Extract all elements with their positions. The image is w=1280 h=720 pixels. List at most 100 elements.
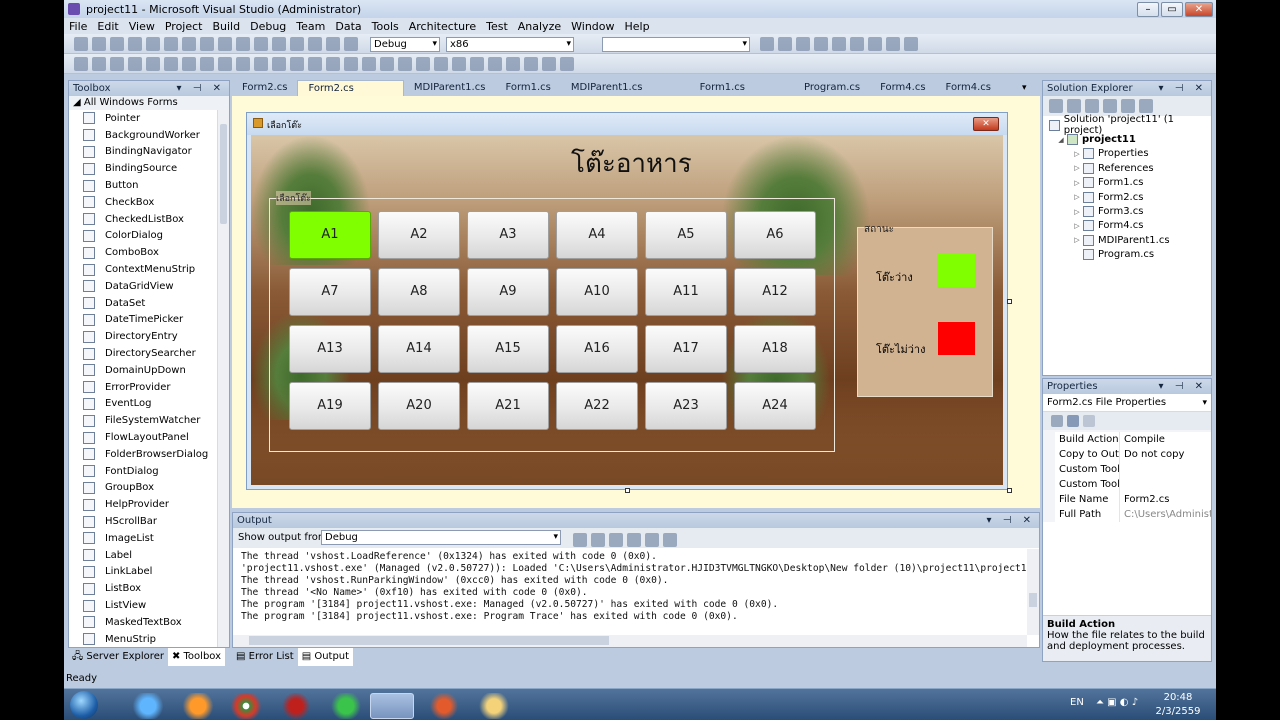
property-row[interactable]: Full Path C:\Users\Administra xyxy=(1055,507,1211,522)
chrome-icon[interactable] xyxy=(224,693,268,719)
layout-button-icon[interactable] xyxy=(254,57,268,71)
table-button-a4[interactable]: A4 xyxy=(556,211,638,259)
toolbox-item[interactable]: FontDialog xyxy=(69,463,229,480)
layout-button-icon[interactable] xyxy=(164,57,178,71)
toolbar-button-icon[interactable] xyxy=(128,37,142,51)
resize-handle-corner[interactable] xyxy=(1007,488,1012,493)
firefox-icon[interactable] xyxy=(176,693,220,719)
expand-arrow-icon[interactable]: ▷ xyxy=(1071,222,1083,230)
property-pages-icon[interactable] xyxy=(1083,415,1095,427)
layout-button-icon[interactable] xyxy=(272,57,286,71)
solution-item[interactable]: Program.cs xyxy=(1049,248,1211,262)
menu-file[interactable]: File xyxy=(64,20,92,33)
layout-button-icon[interactable] xyxy=(182,57,196,71)
solution-item[interactable]: ▷ Form4.cs xyxy=(1049,219,1211,233)
solution-toolbar-icon[interactable] xyxy=(1067,99,1081,113)
table-button-a1[interactable]: A1 xyxy=(289,211,371,259)
output-toolbar-icon[interactable] xyxy=(591,533,605,547)
minimize-button[interactable]: – xyxy=(1137,2,1159,17)
menu-architecture[interactable]: Architecture xyxy=(404,20,481,33)
layout-button-icon[interactable] xyxy=(398,57,412,71)
layout-button-icon[interactable] xyxy=(326,57,340,71)
solution-toolbar-icon[interactable] xyxy=(1085,99,1099,113)
toolbox-item[interactable]: DateTimePicker xyxy=(69,312,229,329)
toolbar-button-icon[interactable] xyxy=(110,37,124,51)
scroll-thumb[interactable] xyxy=(220,124,227,224)
toolbar-button-icon[interactable] xyxy=(886,37,900,51)
toolbox-item[interactable]: CheckBox xyxy=(69,194,229,211)
solution-item[interactable]: ▷ MDIParent1.cs xyxy=(1049,233,1211,247)
menu-project[interactable]: Project xyxy=(160,20,208,33)
toolbar-button-icon[interactable] xyxy=(904,37,918,51)
menu-window[interactable]: Window xyxy=(566,20,619,33)
panel-controls[interactable]: ▾ ⊣ ✕ xyxy=(1159,379,1207,394)
line-icon[interactable] xyxy=(324,693,368,719)
internet-explorer-icon[interactable] xyxy=(126,693,170,719)
table-button-a14[interactable]: A14 xyxy=(378,325,460,373)
platform-combo[interactable]: x86 xyxy=(446,37,574,52)
toolbox-item[interactable]: ContextMenuStrip xyxy=(69,261,229,278)
toolbar-button-icon[interactable] xyxy=(760,37,774,51)
scroll-thumb[interactable] xyxy=(249,636,609,645)
solution-toolbar-icon[interactable] xyxy=(1139,99,1153,113)
doc-tab[interactable]: Form1.cs [Design] xyxy=(690,80,794,109)
expand-arrow-icon[interactable]: ▷ xyxy=(1071,236,1083,244)
app-icon[interactable] xyxy=(274,693,318,719)
property-value[interactable]: Form2.cs xyxy=(1119,492,1211,507)
table-button-a7[interactable]: A7 xyxy=(289,268,371,316)
toolbox-item[interactable]: MenuStrip xyxy=(69,631,229,648)
maximize-button[interactable]: ▭ xyxy=(1161,2,1183,17)
menu-analyze[interactable]: Analyze xyxy=(513,20,566,33)
solution-item[interactable]: ▷ Properties xyxy=(1049,147,1211,161)
toolbox-item[interactable]: ColorDialog xyxy=(69,228,229,245)
tab-output[interactable]: ▤ Output xyxy=(297,648,354,666)
table-button-a5[interactable]: A5 xyxy=(645,211,727,259)
output-vscroll[interactable] xyxy=(1027,549,1039,635)
table-button-a2[interactable]: A2 xyxy=(378,211,460,259)
toolbox-item[interactable]: Button xyxy=(69,177,229,194)
scroll-thumb[interactable] xyxy=(1029,593,1037,607)
table-button-a23[interactable]: A23 xyxy=(645,382,727,430)
table-button-a3[interactable]: A3 xyxy=(467,211,549,259)
layout-button-icon[interactable] xyxy=(128,57,142,71)
categorized-icon[interactable] xyxy=(1051,415,1063,427)
toolbar-button-icon[interactable] xyxy=(814,37,828,51)
layout-button-icon[interactable] xyxy=(488,57,502,71)
form-close-button[interactable]: ✕ xyxy=(973,117,999,131)
toolbox-scrollbar[interactable] xyxy=(217,110,229,647)
toolbox-item[interactable]: HelpProvider xyxy=(69,496,229,513)
start-button[interactable] xyxy=(70,691,98,719)
layout-button-icon[interactable] xyxy=(74,57,88,71)
property-row[interactable]: Build Action Compile xyxy=(1055,432,1211,447)
tab-list-dropdown[interactable]: ▾ xyxy=(1022,80,1027,96)
menu-view[interactable]: View xyxy=(124,20,160,33)
property-value[interactable]: Do not copy xyxy=(1119,447,1211,462)
toolbar-button-icon[interactable] xyxy=(308,37,322,51)
menu-build[interactable]: Build xyxy=(207,20,245,33)
table-button-a18[interactable]: A18 xyxy=(734,325,816,373)
expand-arrow-icon[interactable]: ▷ xyxy=(1071,193,1083,201)
toolbox-item[interactable]: DataGridView xyxy=(69,278,229,295)
table-button-a19[interactable]: A19 xyxy=(289,382,371,430)
layout-button-icon[interactable] xyxy=(380,57,394,71)
toolbar-button-icon[interactable] xyxy=(344,37,358,51)
output-toolbar-icon[interactable] xyxy=(609,533,623,547)
properties-object-selector[interactable]: Form2.cs File Properties ▾ xyxy=(1043,394,1211,412)
solution-item[interactable]: ▷ References xyxy=(1049,161,1211,175)
panel-controls[interactable]: ▾ ⊣ ✕ xyxy=(987,513,1035,528)
doc-tab[interactable]: MDIParent1.cs [Design] xyxy=(561,80,690,109)
alphabetical-icon[interactable] xyxy=(1067,415,1079,427)
toolbox-item[interactable]: DataSet xyxy=(69,295,229,312)
table-button-a21[interactable]: A21 xyxy=(467,382,549,430)
toolbox-item[interactable]: FileSystemWatcher xyxy=(69,412,229,429)
toolbar-button-icon[interactable] xyxy=(236,37,250,51)
toolbox-item[interactable]: FlowLayoutPanel xyxy=(69,429,229,446)
folder-icon[interactable] xyxy=(472,693,516,719)
layout-button-icon[interactable] xyxy=(452,57,466,71)
expand-arrow-icon[interactable]: ▷ xyxy=(1071,208,1083,216)
toolbox-item[interactable]: BindingNavigator xyxy=(69,144,229,161)
output-toolbar-icon[interactable] xyxy=(645,533,659,547)
doc-tab[interactable]: Program.cs xyxy=(794,80,870,96)
toolbar-button-icon[interactable] xyxy=(182,37,196,51)
doc-tab[interactable]: Form1.cs xyxy=(495,80,560,96)
